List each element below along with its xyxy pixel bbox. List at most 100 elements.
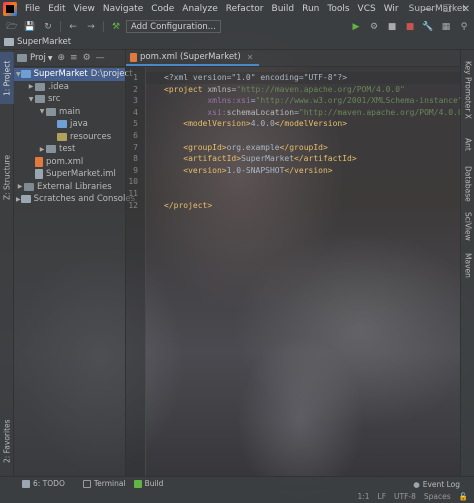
- stop-icon[interactable]: ■: [404, 21, 416, 33]
- tree-item[interactable]: ▼ SuperMarket D:\project: [14, 68, 133, 81]
- tab-build[interactable]: Build: [133, 479, 163, 488]
- tab-todo[interactable]: 6: TODO: [22, 479, 65, 488]
- open-folder-icon[interactable]: 🗁: [6, 21, 18, 33]
- collapse-arrow-icon[interactable]: ▶: [16, 196, 21, 203]
- menu-view[interactable]: View: [70, 4, 99, 14]
- gear-icon[interactable]: ⚙: [83, 53, 91, 63]
- lock-icon[interactable]: 🔓: [459, 492, 468, 501]
- sync-icon[interactable]: ↻: [42, 21, 54, 33]
- tree-item[interactable]: ▼ main: [14, 106, 125, 119]
- coverage-icon[interactable]: ■: [386, 21, 398, 33]
- tree-item[interactable]: resources: [14, 131, 125, 144]
- code-token: "http://maven.apache.org/POM/4.0.0: [298, 107, 463, 117]
- build-icon: [133, 479, 142, 488]
- menu-edit[interactable]: Edit: [44, 4, 69, 14]
- run-icon[interactable]: ▶: [350, 21, 362, 33]
- tab-maven[interactable]: Maven: [461, 250, 474, 280]
- minimize-icon[interactable]: —: [423, 4, 433, 15]
- folder-icon: [4, 38, 14, 46]
- tab-sciview[interactable]: SciView: [461, 210, 474, 242]
- todo-icon: [22, 479, 30, 488]
- tree-item-label: pom.xml: [46, 156, 84, 167]
- expand-arrow-icon[interactable]: ▼: [27, 96, 35, 103]
- menu-file[interactable]: File: [21, 4, 44, 14]
- code-line: <version>1.0-SNAPSHOT</version>: [146, 165, 460, 177]
- tree-item[interactable]: ▶ test: [14, 143, 125, 156]
- caret-position[interactable]: 1:1: [357, 492, 369, 501]
- line-number: 11: [128, 189, 138, 198]
- line-number: 1: [133, 73, 138, 82]
- event-log-icon: ●: [413, 479, 420, 489]
- code-token: org.example: [226, 142, 280, 152]
- tab-database[interactable]: Database: [461, 166, 474, 202]
- code-token: </modelVersion>: [274, 119, 348, 129]
- debug-icon[interactable]: ⚙: [368, 21, 380, 33]
- build-hammer-icon[interactable]: ⚒: [110, 21, 122, 33]
- expand-arrow-icon[interactable]: ▼: [38, 108, 46, 115]
- expand-arrow-icon[interactable]: ▼: [16, 71, 21, 78]
- collapse-arrow-icon[interactable]: ▶: [27, 83, 35, 90]
- project-selector-label: Proj: [30, 53, 46, 63]
- project-structure-icon[interactable]: ▦: [440, 21, 452, 33]
- tree-item[interactable]: ▶ External Libraries: [14, 181, 125, 194]
- menu-tools[interactable]: Tools: [323, 4, 353, 14]
- tree-item[interactable]: SuperMarket.iml: [14, 168, 125, 181]
- tree-item[interactable]: ▼ src: [14, 93, 125, 106]
- settings-icon[interactable]: 🔧: [422, 21, 434, 33]
- tree-item-label: java: [70, 119, 88, 130]
- hide-icon[interactable]: —: [96, 53, 105, 63]
- maximize-icon[interactable]: ☐: [443, 4, 452, 15]
- tree-item[interactable]: java: [14, 118, 125, 131]
- collapse-arrow-icon[interactable]: ▶: [38, 146, 46, 153]
- tree-item[interactable]: pom.xml: [14, 156, 125, 169]
- menu-window[interactable]: Wir: [380, 4, 403, 14]
- file-encoding[interactable]: UTF-8: [394, 492, 416, 501]
- indent-setting[interactable]: Spaces: [424, 492, 451, 501]
- code-editor[interactable]: <?xml version="1.0" encoding="UTF-8"?> <p…: [146, 67, 463, 476]
- line-number: 7: [133, 142, 138, 152]
- search-icon[interactable]: ⚲: [458, 21, 470, 33]
- tab-project[interactable]: 1: Project: [0, 52, 14, 104]
- code-token: </groupId>: [279, 142, 328, 152]
- tab-key-promoter[interactable]: Key Promoter X: [461, 54, 474, 126]
- intellij-logo-icon: [3, 2, 17, 16]
- project-view-selector[interactable]: Proj ▼: [17, 53, 52, 63]
- tab-event-log[interactable]: ● Event Log: [413, 477, 460, 491]
- tab-ant[interactable]: Ant: [461, 134, 474, 154]
- breadcrumb-project[interactable]: SuperMarket: [17, 37, 71, 47]
- collapse-arrow-icon[interactable]: ▶: [16, 183, 24, 190]
- forward-icon[interactable]: →: [85, 21, 97, 33]
- tree-item[interactable]: ▶ .idea: [14, 81, 125, 94]
- menu-run[interactable]: Run: [298, 4, 323, 14]
- menu-analyze[interactable]: Analyze: [178, 4, 221, 14]
- close-icon[interactable]: ✕: [462, 4, 470, 15]
- code-token: <modelVersion>: [183, 119, 251, 129]
- save-all-icon[interactable]: 💾: [24, 21, 36, 33]
- tree-item-label: src: [48, 94, 61, 105]
- collapse-all-icon[interactable]: ≡: [70, 53, 78, 63]
- file-xml-icon: [35, 156, 43, 167]
- tab-terminal[interactable]: Terminal: [82, 479, 126, 488]
- code-token: schemaLocation: [226, 107, 295, 117]
- run-configuration-select[interactable]: Add Configuration...: [126, 20, 221, 33]
- menu-refactor[interactable]: Refactor: [222, 4, 268, 14]
- menu-navigate[interactable]: Navigate: [99, 4, 147, 14]
- folder-res-icon: [57, 132, 67, 141]
- menu-code[interactable]: Code: [147, 4, 178, 14]
- locate-icon[interactable]: ⊕: [57, 53, 65, 63]
- scratch-icon: [20, 195, 31, 204]
- close-icon[interactable]: ✕: [247, 53, 254, 62]
- tab-pom-xml[interactable]: pom.xml (SuperMarket) ✕: [126, 50, 260, 66]
- menu-build[interactable]: Build: [268, 4, 299, 14]
- xml-file-icon: [130, 52, 137, 62]
- back-icon[interactable]: ←: [67, 21, 79, 33]
- tab-structure[interactable]: Z: Structure: [0, 148, 14, 208]
- line-number: 3: [133, 96, 138, 106]
- tab-favorites[interactable]: 2: Favorites: [0, 412, 14, 470]
- code-token: xsi:: [207, 107, 227, 117]
- line-separator[interactable]: LF: [378, 492, 387, 501]
- menu-vcs[interactable]: VCS: [354, 4, 380, 14]
- tree-item[interactable]: ▶ Scratches and Consoles: [14, 193, 135, 206]
- folder-icon: [46, 145, 56, 154]
